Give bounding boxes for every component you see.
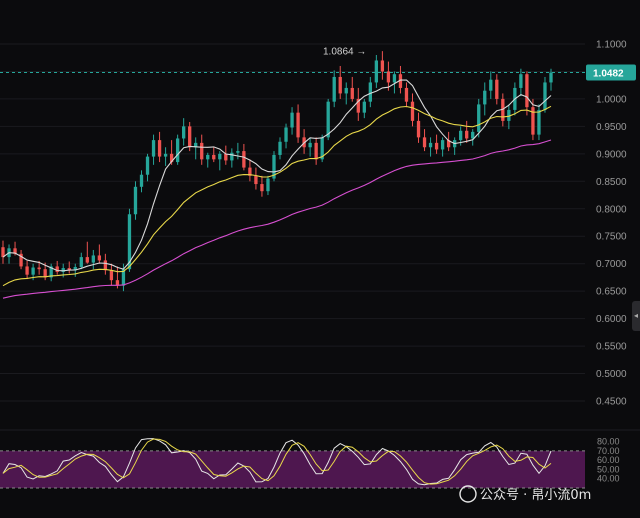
candle-body bbox=[410, 101, 415, 121]
candle-body bbox=[477, 104, 481, 132]
watermark: 公众号 · 帛小流0m bbox=[459, 485, 591, 503]
candle-body bbox=[260, 184, 264, 192]
candle-body bbox=[543, 82, 547, 110]
candle-body bbox=[362, 101, 366, 113]
candle-body bbox=[284, 127, 288, 142]
candlestick-chart: 80.0070.0060.0050.0040.00 1.10001.05001.… bbox=[0, 0, 640, 518]
candle-body bbox=[428, 142, 433, 148]
candle-body bbox=[175, 138, 180, 163]
candle-body bbox=[338, 76, 342, 94]
price-tick-label: 0.7000 bbox=[596, 259, 627, 270]
candle bbox=[272, 151, 276, 182]
price-tick-label: 1.1000 bbox=[596, 40, 627, 51]
candle-body bbox=[254, 175, 258, 185]
candle-body bbox=[188, 126, 192, 148]
candle-body bbox=[139, 174, 144, 187]
candle-body bbox=[374, 60, 379, 83]
price-tick-label: 0.4500 bbox=[596, 397, 627, 408]
candle-body bbox=[266, 178, 270, 192]
candle-body bbox=[133, 186, 138, 215]
candle-body bbox=[519, 74, 523, 88]
price-tick-label: 0.5500 bbox=[596, 342, 627, 353]
candle-body bbox=[79, 257, 83, 267]
candle-body bbox=[109, 270, 114, 281]
current-price-label: 1.0482 bbox=[593, 68, 624, 79]
candle-body bbox=[344, 87, 348, 94]
chevron-left-icon: ◂ bbox=[633, 311, 638, 320]
candle-body bbox=[182, 126, 186, 139]
candle-body bbox=[200, 142, 204, 160]
watermark-text: 公众号 · 帛小流0m bbox=[480, 487, 591, 503]
candle-body bbox=[350, 87, 354, 99]
price-tick-label: 0.9000 bbox=[596, 149, 627, 160]
candle-body bbox=[37, 267, 41, 270]
candle-body bbox=[97, 255, 102, 261]
candle-body bbox=[25, 266, 29, 275]
side-panel-handle[interactable]: ◂ bbox=[632, 301, 640, 331]
candle-body bbox=[103, 260, 108, 271]
candle-body bbox=[537, 109, 541, 135]
candle-body bbox=[85, 257, 89, 263]
candle-body bbox=[459, 130, 463, 141]
candle bbox=[133, 181, 138, 220]
candle-body bbox=[278, 141, 282, 155]
candle-body bbox=[368, 82, 372, 102]
candle bbox=[175, 134, 180, 165]
high-marker-label: 1.0864 → bbox=[323, 46, 366, 57]
candle-body bbox=[308, 142, 312, 148]
candle-body bbox=[422, 137, 427, 148]
candle-body bbox=[236, 151, 240, 153]
candle-body bbox=[296, 112, 300, 138]
candle-body bbox=[326, 101, 330, 138]
candle-body bbox=[242, 151, 246, 168]
candle-body bbox=[212, 154, 216, 160]
candle-body bbox=[218, 153, 222, 160]
candle-body bbox=[145, 156, 150, 175]
candle bbox=[320, 134, 324, 163]
candle-body bbox=[404, 87, 409, 102]
candle-body bbox=[151, 140, 156, 157]
candle-body bbox=[495, 79, 499, 99]
price-tick-label: 0.8500 bbox=[596, 177, 627, 188]
candle-body bbox=[91, 255, 95, 263]
price-tick-label: 0.9500 bbox=[596, 122, 627, 133]
rsi-band bbox=[0, 450, 585, 488]
candle-body bbox=[163, 153, 168, 157]
candle-body bbox=[31, 267, 35, 275]
candle-body bbox=[224, 153, 228, 161]
candle-body bbox=[392, 74, 397, 83]
candle-body bbox=[380, 60, 385, 72]
candle-body bbox=[440, 140, 445, 150]
price-tick-label: 0.7500 bbox=[596, 232, 627, 243]
rsi-tick-label: 40.00 bbox=[597, 474, 620, 484]
candle-body bbox=[416, 120, 421, 138]
chart-background bbox=[0, 0, 640, 518]
candle-body bbox=[471, 131, 475, 139]
candle-body bbox=[549, 72, 553, 83]
candle-body bbox=[465, 130, 469, 139]
candle-body bbox=[386, 71, 391, 83]
candle-body bbox=[61, 268, 65, 272]
candle-body bbox=[230, 152, 234, 161]
candle-body bbox=[332, 76, 336, 102]
candle-body bbox=[290, 112, 294, 128]
candle-body bbox=[157, 140, 162, 157]
price-tick-label: 0.8000 bbox=[596, 204, 627, 215]
candle-body bbox=[314, 142, 318, 160]
candle-body bbox=[434, 142, 439, 150]
candle-body bbox=[206, 154, 210, 160]
candle-body bbox=[483, 90, 487, 105]
candle-body bbox=[489, 79, 493, 91]
price-tick-label: 1.0000 bbox=[596, 94, 627, 105]
price-tick-label: 0.5000 bbox=[596, 369, 627, 380]
price-tick-label: 0.6500 bbox=[596, 287, 627, 298]
price-tick-label: 0.6000 bbox=[596, 314, 627, 325]
candle-body bbox=[525, 74, 529, 108]
